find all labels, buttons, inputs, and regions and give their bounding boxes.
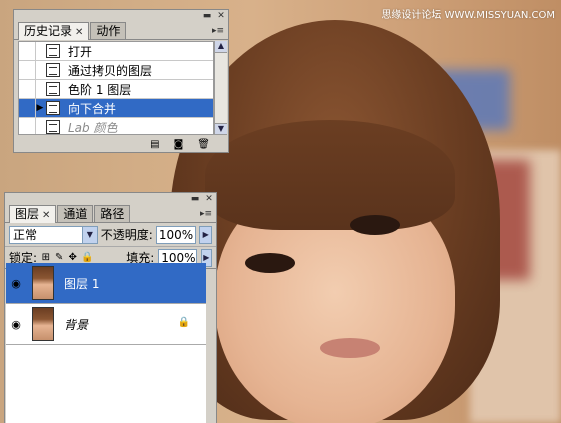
close-icon[interactable]: ✕ [204,194,214,204]
history-state-icon [46,120,60,134]
history-state-icon [46,101,60,115]
tab-actions[interactable]: 动作 [90,22,127,39]
left-eye-shape [245,253,295,273]
minimize-icon[interactable]: ▬ [190,194,200,204]
layers-list: ◉ 图层 1 ◉ 背景 🔒 [6,263,206,423]
snapshot-source-checkbox[interactable] [19,118,36,134]
history-tabs: 历史记录 ✕ 动作 ▸≡ [14,22,228,40]
scroll-down-icon[interactable]: ▼ [215,123,227,135]
snapshot-source-checkbox[interactable] [19,80,36,98]
camera-icon[interactable]: ◙ [174,139,184,150]
lock-all-icon[interactable]: 🔒 [81,252,93,263]
layers-panel-titlebar[interactable]: ▬ ✕ [5,193,216,205]
tab-close-icon[interactable]: ✕ [75,27,83,38]
history-scrollbar[interactable]: ▲ ▼ [214,41,227,135]
eye-icon[interactable]: ◉ [6,277,26,290]
history-item-merge-down[interactable]: ▶ 向下合并 [19,99,213,118]
lips-shape [320,338,380,358]
opacity-label: 不透明度: [100,228,153,242]
lock-move-icon[interactable]: ✥ [68,252,77,263]
snapshot-source-checkbox[interactable] [19,42,36,60]
trash-icon[interactable]: 🗑 [197,139,210,150]
history-state-slider-icon[interactable]: ▶ [36,103,44,113]
tab-layers[interactable]: 图层 ✕ [9,205,57,223]
tab-paths[interactable]: 路径 [94,205,131,222]
tab-history[interactable]: 历史记录 ✕ [18,22,90,40]
history-panel: ▬ ✕ 历史记录 ✕ 动作 ▸≡ 打开 通过拷贝的图层 色阶 1 图层 ▶ 向下… [13,9,229,153]
history-panel-titlebar[interactable]: ▬ ✕ [14,10,228,22]
opacity-input[interactable]: 100% [155,225,197,244]
layer-options-row: 正常 ▼ 不透明度: 100% ▶ [5,223,216,247]
lock-brush-icon[interactable]: ✎ [55,252,64,263]
minimize-icon[interactable]: ▬ [202,11,212,21]
history-item-copy-layer[interactable]: 通过拷贝的图层 [19,61,213,80]
layer-row-background[interactable]: ◉ 背景 🔒 [6,304,206,345]
layer-thumbnail [32,307,54,341]
scroll-up-icon[interactable]: ▲ [215,41,227,53]
history-item-open[interactable]: 打开 [19,42,213,61]
opacity-slider-button[interactable]: ▶ [199,225,212,244]
snapshot-source-checkbox[interactable] [19,99,36,117]
history-state-icon [46,82,60,96]
layers-panel: ▬ ✕ 图层 ✕ 通道 路径 ▸≡ 正常 ▼ 不透明度: 100% ▶ 锁定: ⊞… [4,192,217,423]
watermark: 思缘设计论坛 WWW.MISSYUAN.COM [381,10,555,21]
history-item-levels[interactable]: 色阶 1 图层 [19,80,213,99]
history-state-icon [46,44,60,58]
right-eye-shape [350,215,400,235]
panel-menu-icon[interactable]: ▸≡ [200,209,212,219]
tab-channels[interactable]: 通道 [57,205,94,222]
history-state-icon [46,63,60,77]
new-document-icon[interactable]: ▤ [150,139,159,150]
eye-icon[interactable]: ◉ [6,318,26,331]
panel-menu-icon[interactable]: ▸≡ [212,26,224,36]
layer-thumbnail [32,266,54,300]
lock-icon: 🔒 [177,317,190,328]
lock-transparency-icon[interactable]: ⊞ [41,252,50,263]
history-footer: ▤ ◙ 🗑 [150,139,210,150]
history-list: 打开 通过拷贝的图层 色阶 1 图层 ▶ 向下合并 Lab 颜色 [18,41,214,135]
chevron-down-icon[interactable]: ▼ [81,226,97,243]
tab-close-icon[interactable]: ✕ [42,210,50,221]
bangs-shape [205,120,455,230]
layers-tabs: 图层 ✕ 通道 路径 ▸≡ [5,205,216,223]
layer-row-layer1[interactable]: ◉ 图层 1 [6,263,206,304]
close-icon[interactable]: ✕ [216,11,226,21]
history-item-lab-color[interactable]: Lab 颜色 [19,118,213,134]
snapshot-source-checkbox[interactable] [19,61,36,79]
blend-mode-select[interactable]: 正常 ▼ [9,225,98,244]
